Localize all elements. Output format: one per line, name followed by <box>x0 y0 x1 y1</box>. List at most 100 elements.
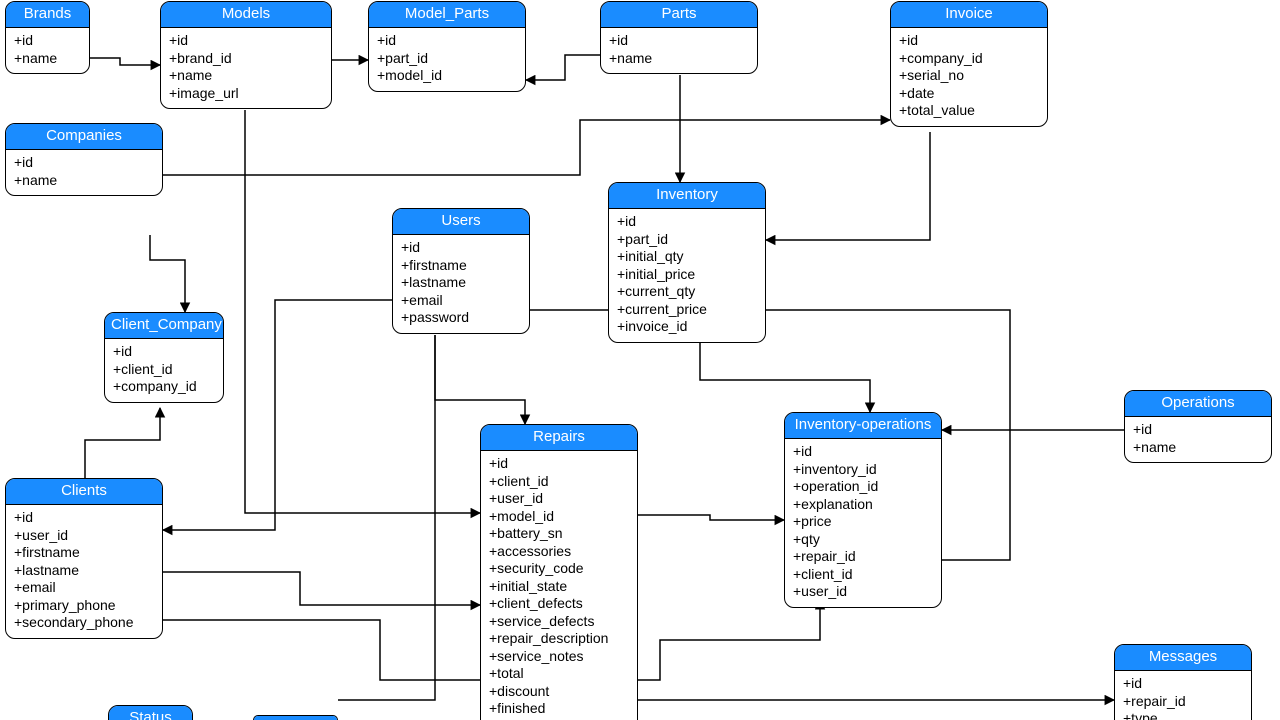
entity-attributes: +id+name <box>6 150 162 195</box>
attribute: +qty <box>793 531 933 549</box>
attribute: +date <box>899 85 1039 103</box>
attribute: +name <box>1133 439 1263 457</box>
entity-users[interactable]: Users+id+firstname+lastname+email+passwo… <box>392 208 530 334</box>
attribute: +client_id <box>113 361 215 379</box>
entity-title <box>254 716 337 720</box>
entity-attributes: +id+name <box>601 28 757 73</box>
entity-status[interactable]: Status <box>108 705 193 720</box>
attribute: +name <box>14 50 81 68</box>
attribute: +service_notes <box>489 648 629 666</box>
entity-attributes: +id+client_id+company_id <box>105 339 223 402</box>
entity-attributes: +id+part_id+model_id <box>369 28 525 91</box>
attribute: +firstname <box>401 257 521 275</box>
attribute: +finished <box>489 700 629 718</box>
attribute: +part_id <box>617 231 757 249</box>
attribute: +id <box>14 154 154 172</box>
entity-title: Users <box>393 209 529 235</box>
attribute: +accessories <box>489 543 629 561</box>
entity-attributes: +id+user_id+firstname+lastname+email+pri… <box>6 505 162 638</box>
entity-title: Status <box>109 706 192 720</box>
entity-title: Invoice <box>891 2 1047 28</box>
attribute: +client_defects <box>489 595 629 613</box>
entity-partial[interactable] <box>253 715 338 720</box>
attribute: +image_url <box>169 85 323 103</box>
entity-client_company[interactable]: Client_Company+id+client_id+company_id <box>104 312 224 403</box>
attribute: +name <box>609 50 749 68</box>
er-diagram-canvas: Brands+id+nameModels+id+brand_id+name+im… <box>0 0 1280 720</box>
attribute: +part_id <box>377 50 517 68</box>
attribute: +total_value <box>899 102 1039 120</box>
attribute: +battery_sn <box>489 525 629 543</box>
entity-model_parts[interactable]: Model_Parts+id+part_id+model_id <box>368 1 526 92</box>
attribute: +password <box>401 309 521 327</box>
attribute: +company_id <box>899 50 1039 68</box>
entity-invoice[interactable]: Invoice+id+company_id+serial_no+date+tot… <box>890 1 1048 127</box>
attribute: +id <box>1123 675 1243 693</box>
attribute: +id <box>377 32 517 50</box>
attribute: +id <box>14 32 81 50</box>
attribute: +price <box>793 513 933 531</box>
attribute: +user_id <box>489 490 629 508</box>
attribute: +id <box>899 32 1039 50</box>
attribute: +serial_no <box>899 67 1039 85</box>
attribute: +id <box>617 213 757 231</box>
attribute: +id <box>489 455 629 473</box>
entity-repairs[interactable]: Repairs+id+client_id+user_id+model_id+ba… <box>480 424 638 720</box>
entity-title: Client_Company <box>105 313 223 339</box>
attribute: +lastname <box>401 274 521 292</box>
attribute: +id <box>609 32 749 50</box>
attribute: +total <box>489 665 629 683</box>
entity-title: Repairs <box>481 425 637 451</box>
entity-title: Brands <box>6 2 89 28</box>
attribute: +model_id <box>489 508 629 526</box>
entity-inv_ops[interactable]: Inventory-operations+id+inventory_id+ope… <box>784 412 942 608</box>
attribute: +firstname <box>14 544 154 562</box>
entity-attributes: +id+brand_id+name+image_url <box>161 28 331 108</box>
attribute: +brand_id <box>169 50 323 68</box>
attribute: +initial_qty <box>617 248 757 266</box>
attribute: +id <box>169 32 323 50</box>
entity-operations[interactable]: Operations+id+name <box>1124 390 1272 463</box>
attribute: +lastname <box>14 562 154 580</box>
entity-inventory[interactable]: Inventory+id+part_id+initial_qty+initial… <box>608 182 766 343</box>
entity-attributes: +id+client_id+user_id+model_id+battery_s… <box>481 451 637 720</box>
entity-parts[interactable]: Parts+id+name <box>600 1 758 74</box>
attribute: +current_qty <box>617 283 757 301</box>
attribute: +explanation <box>793 496 933 514</box>
entity-attributes: +id+repair_id+type <box>1115 671 1251 720</box>
attribute: +email <box>401 292 521 310</box>
entity-title: Clients <box>6 479 162 505</box>
attribute: +client_id <box>489 473 629 491</box>
entity-attributes: +id+firstname+lastname+email+password <box>393 235 529 333</box>
attribute: +initial_state <box>489 578 629 596</box>
entity-models[interactable]: Models+id+brand_id+name+image_url <box>160 1 332 109</box>
attribute: +secondary_phone <box>14 614 154 632</box>
attribute: +id <box>401 239 521 257</box>
entity-clients[interactable]: Clients+id+user_id+firstname+lastname+em… <box>5 478 163 639</box>
attribute: +id <box>113 343 215 361</box>
attribute: +security_code <box>489 560 629 578</box>
entity-brands[interactable]: Brands+id+name <box>5 1 90 74</box>
entity-attributes: +id+inventory_id+operation_id+explanatio… <box>785 439 941 607</box>
entity-title: Operations <box>1125 391 1271 417</box>
attribute: +initial_price <box>617 266 757 284</box>
attribute: +name <box>169 67 323 85</box>
attribute: +primary_phone <box>14 597 154 615</box>
attribute: +user_id <box>14 527 154 545</box>
attribute: +id <box>14 509 154 527</box>
entity-title: Companies <box>6 124 162 150</box>
entity-messages[interactable]: Messages+id+repair_id+type <box>1114 644 1252 720</box>
attribute: +name <box>14 172 154 190</box>
entity-companies[interactable]: Companies+id+name <box>5 123 163 196</box>
entity-title: Inventory <box>609 183 765 209</box>
entity-title: Messages <box>1115 645 1251 671</box>
attribute: +id <box>793 443 933 461</box>
entity-title: Models <box>161 2 331 28</box>
entity-attributes: +id+name <box>6 28 89 73</box>
entity-title: Model_Parts <box>369 2 525 28</box>
attribute: +client_id <box>793 566 933 584</box>
entity-attributes: +id+part_id+initial_qty+initial_price+cu… <box>609 209 765 342</box>
attribute: +operation_id <box>793 478 933 496</box>
attribute: +company_id <box>113 378 215 396</box>
entity-attributes: +id+company_id+serial_no+date+total_valu… <box>891 28 1047 126</box>
